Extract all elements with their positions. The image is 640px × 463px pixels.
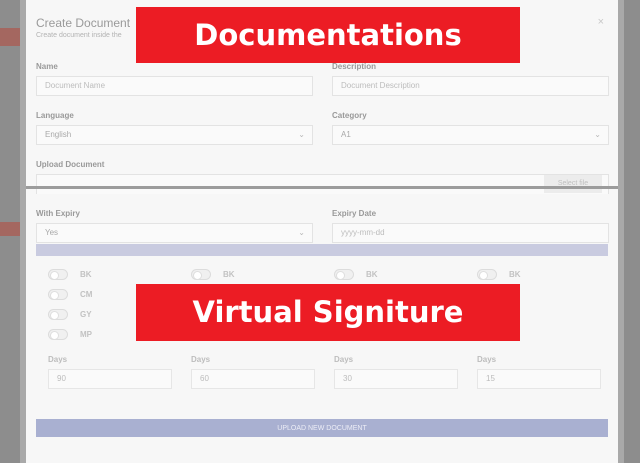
signature-row[interactable]: MP: [48, 329, 92, 340]
description-placeholder: Document Description: [341, 81, 420, 90]
signature-label: BK: [509, 270, 521, 279]
days-label: Days: [191, 355, 211, 364]
signature-label: CM: [80, 290, 93, 299]
chevron-down-icon: ⌄: [298, 130, 305, 139]
days-input[interactable]: 30: [334, 369, 458, 389]
signature-label: GY: [80, 310, 92, 319]
toggle-switch[interactable]: [48, 289, 68, 300]
signature-label: BK: [80, 270, 92, 279]
days-value: 30: [343, 374, 352, 383]
description-label: Description: [332, 62, 377, 71]
signature-row[interactable]: BK: [477, 269, 521, 280]
name-input[interactable]: Document Name: [36, 76, 313, 96]
documentations-banner: Documentations: [136, 7, 520, 63]
language-label: Language: [36, 111, 74, 120]
section-band: [36, 244, 608, 256]
divider: [26, 186, 618, 189]
expiry-date-input[interactable]: yyyy-mm-dd: [332, 223, 609, 243]
days-input[interactable]: 60: [191, 369, 315, 389]
file-input[interactable]: Select file: [36, 174, 609, 194]
category-label: Category: [332, 111, 367, 120]
modal-header: Create Document Create document inside t…: [36, 16, 130, 39]
days-label: Days: [477, 355, 497, 364]
signature-row[interactable]: GY: [48, 309, 92, 320]
signature-row[interactable]: BK: [334, 269, 378, 280]
backdrop-stripe: [0, 28, 20, 46]
with-expiry-label: With Expiry: [36, 209, 80, 218]
signature-label: MP: [80, 330, 92, 339]
days-input[interactable]: 90: [48, 369, 172, 389]
days-label: Days: [334, 355, 354, 364]
days-value: 15: [486, 374, 495, 383]
signature-row[interactable]: BK: [191, 269, 235, 280]
toggle-switch[interactable]: [334, 269, 354, 280]
language-value: English: [45, 130, 72, 139]
modal-title: Create Document: [36, 16, 131, 30]
upload-label: Upload Document: [36, 160, 105, 169]
toggle-switch[interactable]: [48, 309, 68, 320]
signature-row[interactable]: BK: [48, 269, 92, 280]
days-input[interactable]: 15: [477, 369, 601, 389]
name-label: Name: [36, 62, 58, 71]
days-value: 60: [200, 374, 209, 383]
modal-subtitle: Create document inside the: [36, 32, 122, 39]
upload-new-document-button[interactable]: UPLOAD NEW DOCUMENT: [36, 419, 608, 437]
with-expiry-value: Yes: [45, 228, 59, 237]
toggle-switch[interactable]: [191, 269, 211, 280]
select-file-button[interactable]: Select file: [544, 175, 602, 193]
category-select[interactable]: A1 ⌄: [332, 125, 609, 145]
signature-row[interactable]: CM: [48, 289, 92, 300]
chevron-down-icon: ⌄: [594, 130, 601, 139]
toggle-switch[interactable]: [48, 269, 68, 280]
days-value: 90: [57, 374, 66, 383]
signature-label: BK: [223, 270, 235, 279]
toggle-switch[interactable]: [48, 329, 68, 340]
expiry-date-label: Expiry Date: [332, 209, 377, 218]
category-value: A1: [341, 130, 351, 139]
chevron-down-icon: ⌄: [298, 228, 305, 237]
backdrop-stripe: [0, 222, 20, 236]
signature-label: BK: [366, 270, 378, 279]
expiry-date-placeholder: yyyy-mm-dd: [341, 228, 385, 237]
with-expiry-select[interactable]: Yes ⌄: [36, 223, 313, 243]
virtual-signature-banner: Virtual Signiture: [136, 284, 520, 341]
close-icon[interactable]: ×: [598, 16, 604, 28]
language-select[interactable]: English ⌄: [36, 125, 313, 145]
create-document-modal: Create Document Create document inside t…: [20, 0, 624, 463]
toggle-switch[interactable]: [477, 269, 497, 280]
description-input[interactable]: Document Description: [332, 76, 609, 96]
days-label: Days: [48, 355, 68, 364]
name-placeholder: Document Name: [45, 81, 106, 90]
